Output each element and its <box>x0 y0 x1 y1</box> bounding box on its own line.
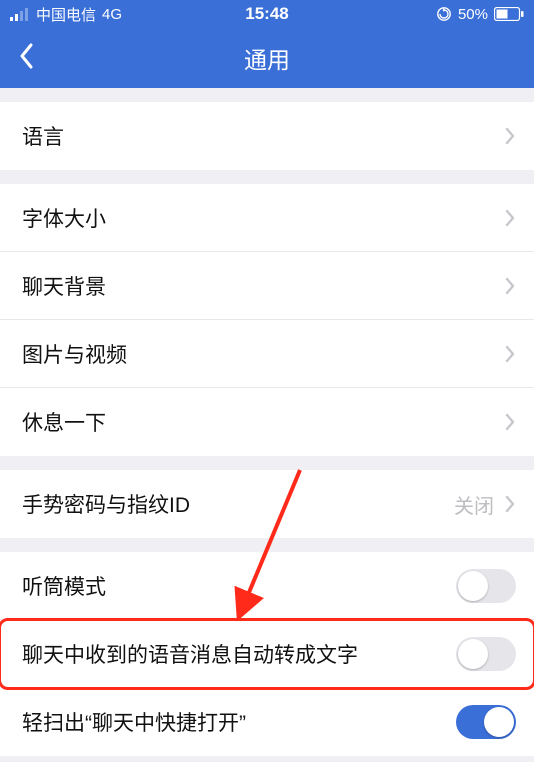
cell-label: 聊天中收到的语音消息自动转成文字 <box>22 639 456 669</box>
chevron-right-icon <box>504 344 516 364</box>
toggle-earpiece-mode[interactable] <box>456 569 516 603</box>
cell-earpiece-mode[interactable]: 听筒模式 <box>0 552 534 620</box>
cell-take-break[interactable]: 休息一下 <box>0 388 534 456</box>
chevron-right-icon <box>504 276 516 296</box>
page-title: 通用 <box>0 41 534 75</box>
chevron-right-icon <box>504 208 516 228</box>
nav-bar: 通用 <box>0 28 534 88</box>
cell-label: 手势密码与指纹ID <box>22 489 454 519</box>
cell-label: 字体大小 <box>22 203 504 233</box>
toggle-voice-to-text[interactable] <box>456 637 516 671</box>
back-button[interactable] <box>8 28 44 88</box>
chevron-right-icon <box>504 126 516 146</box>
cell-swipe-quick-open[interactable]: 轻扫出“聊天中快捷打开” <box>0 688 534 756</box>
cell-chat-background[interactable]: 聊天背景 <box>0 252 534 320</box>
cell-label: 聊天背景 <box>22 271 504 301</box>
cell-label: 语言 <box>22 121 504 151</box>
status-bar: 中国电信 4G 15:48 50% <box>0 0 534 28</box>
status-right: 50% <box>436 6 524 23</box>
toggle-swipe-quick-open[interactable] <box>456 705 516 739</box>
cell-label: 听筒模式 <box>22 571 456 601</box>
cell-language[interactable]: 语言 <box>0 102 534 170</box>
cell-label: 休息一下 <box>22 407 504 437</box>
battery-percent: 50% <box>458 6 488 23</box>
battery-icon <box>494 7 524 21</box>
cell-label: 轻扫出“聊天中快捷打开” <box>22 707 456 737</box>
cell-detail: 关闭 <box>454 490 494 519</box>
cell-gesture-touchid[interactable]: 手势密码与指纹ID关闭 <box>0 470 534 538</box>
cell-photos-videos[interactable]: 图片与视频 <box>0 320 534 388</box>
cell-font-size[interactable]: 字体大小 <box>0 184 534 252</box>
chevron-right-icon <box>504 412 516 432</box>
toggle-knob <box>458 639 488 669</box>
toggle-knob <box>458 571 488 601</box>
cell-voice-to-text[interactable]: 聊天中收到的语音消息自动转成文字 <box>0 620 534 688</box>
chevron-left-icon <box>18 42 34 75</box>
rotation-lock-icon <box>436 6 452 22</box>
cell-label: 图片与视频 <box>22 339 504 369</box>
chevron-right-icon <box>504 494 516 514</box>
toggle-knob <box>484 707 514 737</box>
